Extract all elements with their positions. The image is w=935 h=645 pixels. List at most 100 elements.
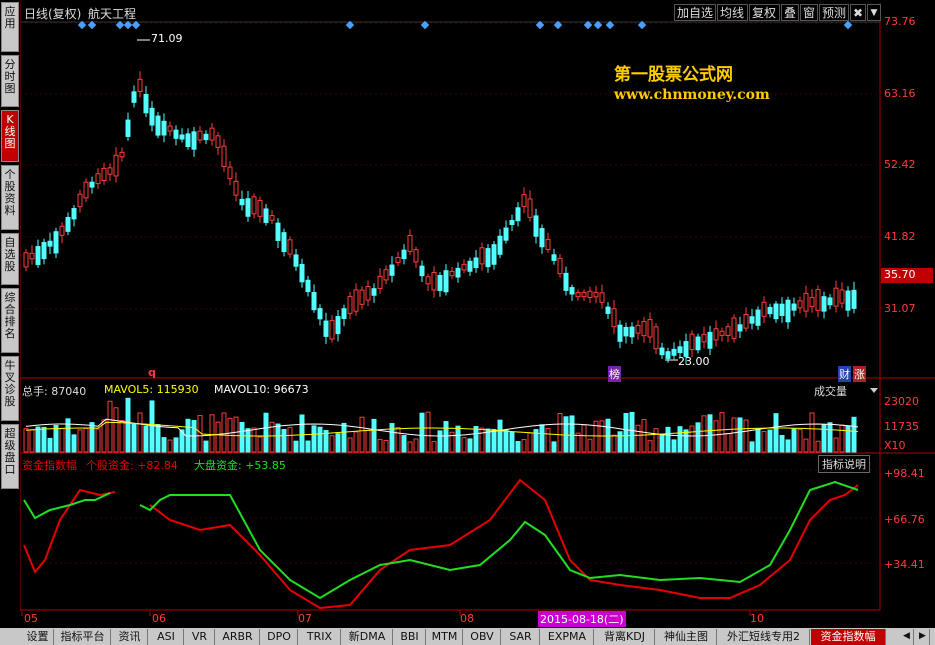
candle-body xyxy=(527,198,533,218)
sidebar-tab-label: 综合排名 xyxy=(4,291,16,340)
candle-body xyxy=(563,272,569,291)
candle-body xyxy=(521,194,527,207)
chart-canvas[interactable] xyxy=(0,0,935,628)
indicator-select[interactable]: 成交量 xyxy=(814,383,847,399)
candle-body xyxy=(443,270,449,293)
volume-bar xyxy=(497,419,503,453)
sidebar-tab-depth[interactable]: 超级盘口 xyxy=(1,424,19,489)
sidebar-tab-profile[interactable]: 个股资料 xyxy=(1,165,19,230)
sidebar-tab-watchlist[interactable]: 自选股 xyxy=(1,233,19,285)
candle-body xyxy=(383,269,389,281)
volume-bar xyxy=(521,438,527,453)
scroll-right-icon[interactable]: ▶ xyxy=(916,629,930,645)
volume-bar xyxy=(215,421,221,453)
sidebar-tab-intraday[interactable]: 分时图 xyxy=(1,55,19,107)
volume-bar xyxy=(107,400,113,453)
tab-shenxian[interactable]: 神仙主图 xyxy=(656,629,717,645)
tab-settings[interactable]: 设置 xyxy=(22,629,54,645)
volume-bar xyxy=(779,434,785,453)
tab-dpo[interactable]: DPO xyxy=(261,629,298,645)
tab-new-dma[interactable]: 新DMA xyxy=(342,629,393,645)
volume-bar xyxy=(77,429,83,453)
volume-bar xyxy=(287,426,293,453)
volume-bar xyxy=(851,416,857,453)
candle-body xyxy=(587,290,593,298)
high-price-label: 71.09 xyxy=(151,32,183,45)
tab-bbi[interactable]: BBI xyxy=(394,629,426,645)
bang-badge[interactable]: 榜 xyxy=(608,366,621,382)
volume-bar xyxy=(491,428,497,453)
sidebar-tab-diagnosis[interactable]: 牛叉诊股 xyxy=(1,356,19,421)
candle-body xyxy=(659,347,665,356)
close-icon[interactable]: ✖ xyxy=(850,4,866,21)
volume-bar xyxy=(239,421,245,453)
volume-bar xyxy=(809,412,815,453)
candle-body xyxy=(797,300,803,309)
volume-bar xyxy=(329,435,335,453)
volume-bar xyxy=(569,415,575,453)
tab-obv[interactable]: OBV xyxy=(464,629,501,645)
tab-fund-index[interactable]: 资金指数幅 xyxy=(811,629,886,645)
volume-bar xyxy=(263,412,269,453)
volume-bar xyxy=(611,434,617,453)
help-button[interactable]: 指标说明 xyxy=(818,455,870,473)
tab-asi[interactable]: ASI xyxy=(149,629,184,645)
indicator-tab-bar: 设置 指标平台 资讯 ASI VR ARBR DPO TRIX 新DMA BBI… xyxy=(0,628,935,645)
overlay-button[interactable]: 叠 xyxy=(781,4,799,21)
candle-body xyxy=(125,119,131,137)
tab-mtm[interactable]: MTM xyxy=(427,629,463,645)
candle-body xyxy=(407,234,413,252)
tab-trix[interactable]: TRIX xyxy=(299,629,341,645)
adjust-button[interactable]: 复权 xyxy=(749,4,780,21)
tab-indicator-platform[interactable]: 指标平台 xyxy=(55,629,111,645)
sidebar-tab-kline[interactable]: K线图 xyxy=(1,110,19,162)
volume-axis-label: 11735 xyxy=(884,420,919,433)
candle-body xyxy=(263,208,269,223)
volume-bar xyxy=(293,440,299,453)
sidebar-tab-apps[interactable]: 应用 xyxy=(1,2,19,52)
candle-body xyxy=(41,242,47,260)
cai-badge[interactable]: 财 xyxy=(838,366,851,382)
volume-bar xyxy=(515,440,521,453)
candle-body xyxy=(629,326,635,338)
candle-body xyxy=(35,246,41,266)
window-button[interactable]: 窗 xyxy=(800,4,818,21)
ma-button[interactable]: 均线 xyxy=(717,4,748,21)
tab-expma[interactable]: EXPMA xyxy=(541,629,594,645)
month-label: 06 xyxy=(152,612,166,625)
volume-bar xyxy=(173,437,179,453)
candle-body xyxy=(23,252,29,268)
left-sidebar: 应用 分时图 K线图 个股资料 自选股 综合排名 牛叉诊股 超级盘口 xyxy=(0,0,20,628)
sidebar-tab-ranking[interactable]: 综合排名 xyxy=(1,288,19,353)
tab-forex-short[interactable]: 外汇短线专用2 xyxy=(718,629,810,645)
candle-body xyxy=(425,276,431,285)
volume-bar xyxy=(347,437,353,453)
volume-bar xyxy=(161,437,167,453)
sidebar-tab-label: 应用 xyxy=(4,5,16,30)
candle-body xyxy=(593,291,599,298)
candle-body xyxy=(101,167,107,182)
tab-sar[interactable]: SAR xyxy=(502,629,540,645)
tab-vr[interactable]: VR xyxy=(185,629,215,645)
volume-bar xyxy=(755,428,761,453)
candle-body xyxy=(83,181,89,199)
volume-bar xyxy=(281,428,287,453)
candle-body xyxy=(749,316,755,324)
volume-bar xyxy=(59,428,65,453)
tab-news[interactable]: 资讯 xyxy=(112,629,148,645)
zhang-badge[interactable]: 涨 xyxy=(853,366,866,382)
tab-divergence-kdj[interactable]: 背离KDJ xyxy=(595,629,655,645)
volume-bar xyxy=(245,428,251,453)
scroll-left-icon[interactable]: ◀ xyxy=(900,629,914,645)
volume-bar xyxy=(341,422,347,453)
candle-body xyxy=(839,289,845,304)
chevron-down-icon[interactable]: ▼ xyxy=(867,4,881,21)
add-watchlist-button[interactable]: 加自选 xyxy=(674,4,716,21)
candle-body xyxy=(413,249,419,263)
volume-bar xyxy=(647,440,653,453)
forecast-button[interactable]: 预测 xyxy=(819,4,849,21)
volume-bar xyxy=(833,437,839,453)
tab-arbr[interactable]: ARBR xyxy=(216,629,260,645)
stock-fund-line xyxy=(23,488,116,574)
candle-body xyxy=(143,94,149,114)
